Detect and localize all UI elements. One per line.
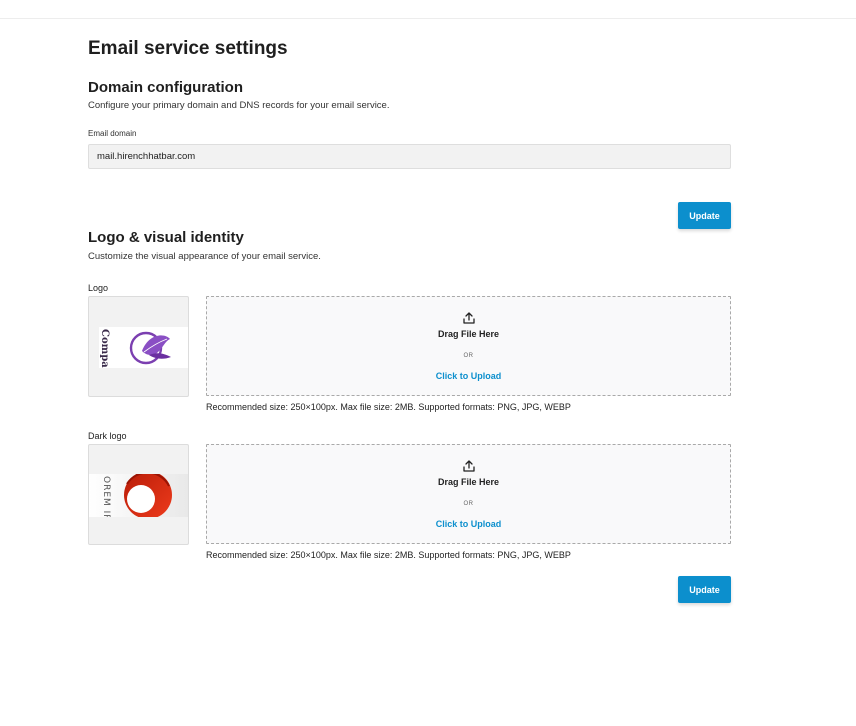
logo-drop-title: Drag File Here [437,329,500,339]
dark-logo-label: Dark logo [88,431,127,441]
domain-update-button[interactable]: Update [678,202,731,229]
identity-section-heading: Logo & visual identity [88,229,244,246]
logo-click-to-upload-link[interactable]: Click to Upload [207,371,730,381]
domain-section-description: Configure your primary domain and DNS re… [88,100,390,111]
top-divider [0,18,856,19]
logo-drop-or: OR [463,353,474,359]
identity-section-description: Customize the visual appearance of your … [88,251,321,262]
dark-logo-drop-title: Drag File Here [437,477,500,487]
svg-text:Company: Company [99,329,110,368]
dark-logo-preview: OREM IPSU [88,444,189,545]
logo-size-hint: Recommended size: 250×100px. Max file si… [206,402,571,412]
company-logo-image: Company [99,329,171,368]
email-domain-label: Email domain [88,129,137,138]
domain-section-heading: Domain configuration [88,79,243,96]
identity-update-button[interactable]: Update [678,576,731,603]
dark-logo-dropzone[interactable]: Drag File Here OR Click to Upload [206,444,731,544]
upload-icon [463,312,475,324]
email-domain-input[interactable] [88,144,731,169]
logo-preview-image: Company [99,327,188,368]
dark-logo-image: OREM IPSU [101,474,172,517]
logo-dropzone[interactable]: Drag File Here OR Click to Upload [206,296,731,396]
logo-label: Logo [88,283,109,293]
dark-logo-preview-image: OREM IPSU [89,474,188,517]
dark-logo-size-hint: Recommended size: 250×100px. Max file si… [206,550,571,560]
dark-logo-click-to-upload-link[interactable]: Click to Upload [207,519,730,529]
logo-preview: Company [88,296,189,397]
upload-icon [463,460,475,472]
dark-logo-drop-or: OR [463,501,474,507]
svg-text:OREM IPSU: OREM IPSU [101,476,111,517]
page-title: Email service settings [88,38,288,59]
